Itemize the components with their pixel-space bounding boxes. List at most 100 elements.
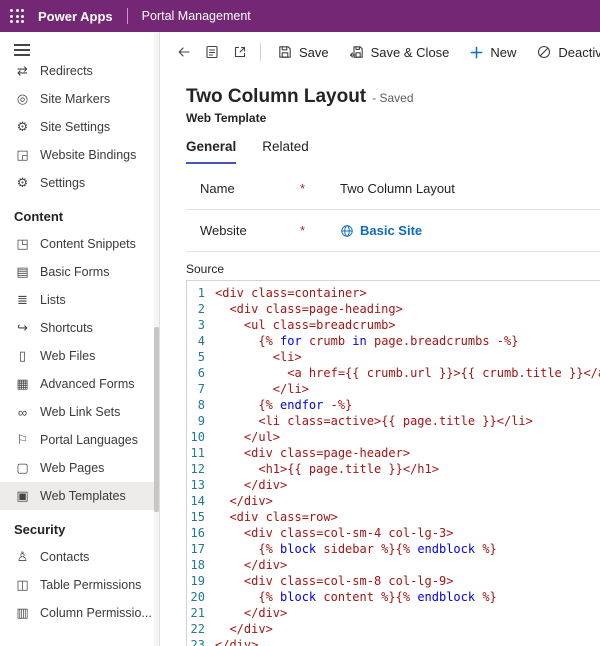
sidebar-item-shortcuts[interactable]: ↪ Shortcuts xyxy=(0,314,159,342)
save-status: - Saved xyxy=(372,91,414,105)
code-text: {% for crumb in page.breadcrumbs -%} xyxy=(215,334,519,348)
popout-button[interactable] xyxy=(226,37,254,67)
sidebar-item-label: Site Markers xyxy=(40,92,111,106)
sidebar-item-web-link-sets[interactable]: ∞ Web Link Sets xyxy=(0,398,159,426)
sidebar-item-lists[interactable]: ≣ Lists xyxy=(0,286,159,314)
sidebar-item-column-permissio[interactable]: ▥ Column Permissio... xyxy=(0,599,159,627)
new-button[interactable]: New xyxy=(459,37,526,67)
back-button[interactable] xyxy=(170,37,198,67)
line-number: 3 xyxy=(197,318,205,332)
sidebar-scrollbar-track[interactable] xyxy=(154,32,159,646)
hamburger-menu-button[interactable] xyxy=(0,32,40,65)
line-number: 6 xyxy=(197,366,205,380)
record-type-label: Web Template xyxy=(186,111,267,125)
sidebar-scrollbar-thumb[interactable] xyxy=(154,327,159,512)
code-text: {% block sidebar %}{% endblock %} xyxy=(215,542,497,556)
line-number: 7 xyxy=(197,382,205,396)
sidebar-item-contacts[interactable]: ♙ Contacts xyxy=(0,543,159,571)
topbar-divider xyxy=(126,8,128,24)
code-text: {% endfor -%} xyxy=(215,398,353,412)
save-icon xyxy=(279,46,291,58)
line-number: 10 xyxy=(190,430,205,444)
settings-gear-icon: ⚙ xyxy=(16,175,29,190)
website-lookup-label: Basic Site xyxy=(360,223,423,238)
code-line: 14 </div> xyxy=(189,493,600,509)
waffle-menu-button[interactable] xyxy=(0,0,34,32)
sidebar-item-site-settings[interactable]: ⚙ Site Settings xyxy=(0,113,159,141)
sidebar-item-label: Shortcuts xyxy=(40,321,93,335)
sidebar-item-settings[interactable]: ⚙ Settings xyxy=(0,169,159,197)
name-field-input[interactable]: Two Column Layout xyxy=(340,181,600,196)
sidebar-item-advanced-forms[interactable]: ▦ Advanced Forms xyxy=(0,370,159,398)
line-number: 17 xyxy=(190,542,205,556)
sidebar-item-label: Web Link Sets xyxy=(40,405,121,419)
tab-related[interactable]: Related xyxy=(262,139,309,164)
redirects-icon: ⇄ xyxy=(17,65,28,78)
code-text: </div> xyxy=(215,478,288,492)
command-bar: Save Save & Close New Deactivate Delete xyxy=(160,32,600,72)
contacts-icon: ♙ xyxy=(16,549,29,564)
code-text: </div> xyxy=(215,638,259,646)
line-number: 12 xyxy=(190,462,205,476)
save-and-close-button-label: Save & Close xyxy=(370,44,450,60)
code-line: 13 </div> xyxy=(189,477,600,493)
code-line: 3 <ul class=breadcrumb> xyxy=(189,317,600,333)
back-arrow-icon xyxy=(178,47,190,57)
save-button[interactable]: Save xyxy=(267,37,339,67)
line-number: 2 xyxy=(197,302,205,316)
sidebar-item-web-templates[interactable]: ▣ Web Templates xyxy=(0,482,159,510)
save-button-label: Save xyxy=(299,44,329,60)
line-number: 16 xyxy=(190,526,205,540)
sidebar-item-table-permissions[interactable]: ◫ Table Permissions xyxy=(0,571,159,599)
sidebar-item-content-snippets[interactable]: ◳ Content Snippets xyxy=(0,230,159,258)
website-bindings-icon: ◲ xyxy=(16,147,29,162)
record-form-button[interactable] xyxy=(198,37,226,67)
sidebar-item-label: Settings xyxy=(40,176,86,190)
app-window: Power Apps Portal Management ⇄ Redirects ◎… xyxy=(0,0,600,646)
globe-icon xyxy=(341,224,353,237)
sidebar-item-label: Web Pages xyxy=(40,461,105,475)
app-title[interactable]: Power Apps xyxy=(38,9,113,24)
sidebar-item-label: Lists xyxy=(40,293,66,307)
line-number: 1 xyxy=(197,286,205,300)
code-line: 8 {% endfor -%} xyxy=(189,397,600,413)
code-line: 23 </div> xyxy=(189,637,600,646)
code-text: <a href={{ crumb.url }}>{{ crumb.title }… xyxy=(215,366,600,380)
code-line: 4 {% for crumb in page.breadcrumbs -%} xyxy=(189,333,600,349)
sidebar-section-content: Content xyxy=(14,209,64,224)
source-editor[interactable]: 1 <div class=container> 2 <div class=page-… xyxy=(186,280,600,646)
code-line: 17 {% block sidebar %}{% endblock %} xyxy=(189,541,600,557)
sidebar-item-label: Web Templates xyxy=(40,489,126,503)
code-line: 1 <div class=container> xyxy=(189,285,600,301)
form-fields: Name * Two Column Layout Website * Basic… xyxy=(186,168,600,646)
advanced-forms-icon: ▦ xyxy=(16,376,29,391)
code-line: 18 </div> xyxy=(189,557,600,573)
code-text: <div class=col-sm-8 col-lg-9> xyxy=(215,574,454,588)
sidebar-item-basic-forms[interactable]: ▤ Basic Forms xyxy=(0,258,159,286)
save-and-close-button[interactable]: Save & Close xyxy=(339,37,460,67)
code-line: 16 <div class=col-sm-4 col-lg-3> xyxy=(189,525,600,541)
code-line: 12 <h1>{{ page.title }}</h1> xyxy=(189,461,600,477)
code-line: 6 <a href={{ crumb.url }}>{{ crumb.title… xyxy=(189,365,600,381)
code-line: 15 <div class=row> xyxy=(189,509,600,525)
site-markers-icon: ◎ xyxy=(16,91,29,106)
sidebar-item-website-bindings[interactable]: ◲ Website Bindings xyxy=(0,141,159,169)
website-field-row: Website * Basic Site xyxy=(186,210,600,252)
sidebar-item-web-pages[interactable]: ▢ Web Pages xyxy=(0,454,159,482)
line-number: 15 xyxy=(190,510,205,524)
website-lookup-link[interactable]: Basic Site xyxy=(340,223,600,238)
deactivate-button[interactable]: Deactivate xyxy=(526,37,600,67)
body-row: ⇄ Redirects ◎ Site Markers ⚙ Site Settings ◲ We… xyxy=(0,32,600,646)
tab-general[interactable]: General xyxy=(186,139,237,164)
sidebar-item-site-markers[interactable]: ◎ Site Markers xyxy=(0,85,159,113)
sidebar-item-portal-languages[interactable]: ⚐ Portal Languages xyxy=(0,426,159,454)
sidebar-item-web-files[interactable]: ▯ Web Files xyxy=(0,342,159,370)
name-field-label: Name xyxy=(200,181,235,196)
command-bar-divider xyxy=(260,43,261,61)
code-text: <div class=page-heading> xyxy=(215,302,403,316)
sidebar-item-redirects[interactable]: ⇄ Redirects xyxy=(0,65,159,85)
sidebar-item-label: Contacts xyxy=(40,550,90,564)
code-line: 22 </div> xyxy=(189,621,600,637)
column-permissions-icon: ▥ xyxy=(16,605,29,620)
sidebar-item-label: Content Snippets xyxy=(40,237,136,251)
